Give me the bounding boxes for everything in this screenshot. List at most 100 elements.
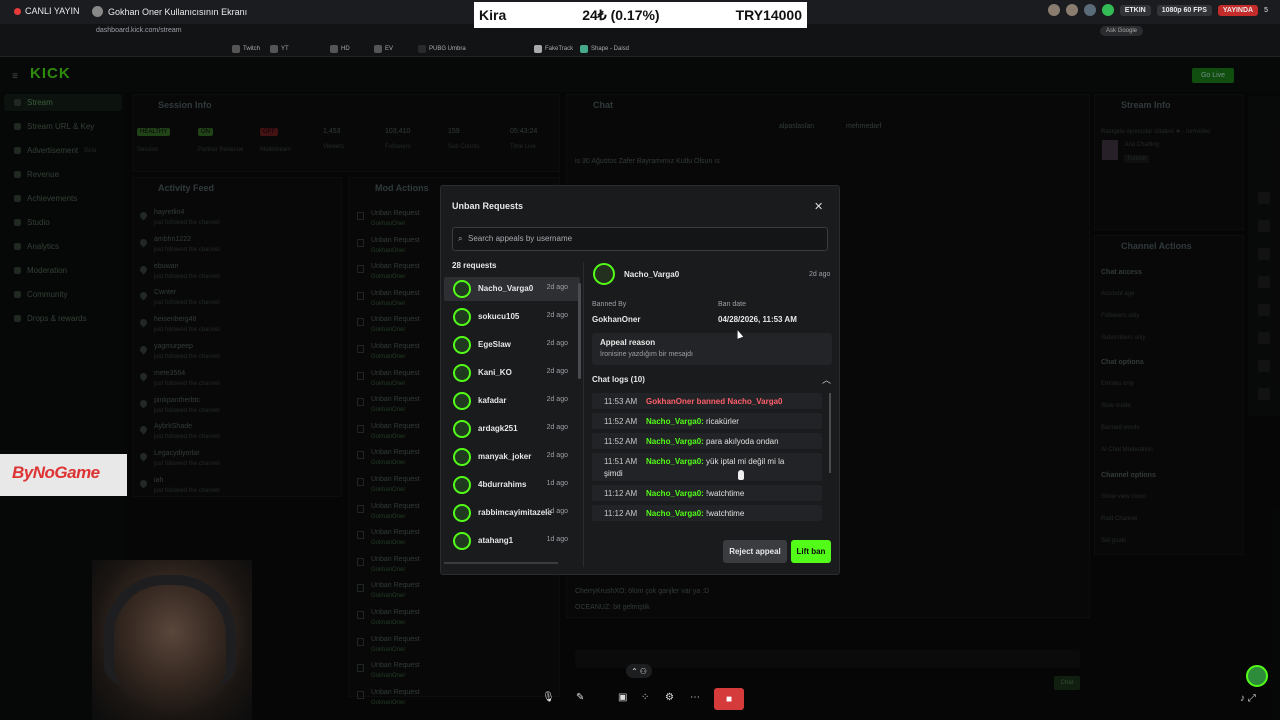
mic-chip[interactable]: ⌃ ⚇ [626, 664, 652, 678]
log-time: 11:51 AM [604, 457, 638, 466]
close-icon[interactable]: ✕ [814, 200, 823, 213]
chat-log-row: 11:52 AM Nacho_Varga0: ricakürler [592, 413, 822, 429]
bookmark-item[interactable]: Twitch [232, 45, 260, 53]
log-message: yük iptal mi değil mi la [706, 457, 785, 466]
request-count: 28 requests [452, 261, 497, 270]
log-username[interactable]: Nacho_Varga0: [646, 417, 704, 426]
stop-share-button[interactable]: ■ [714, 688, 744, 710]
request-list-item[interactable]: atahang1 1d ago [444, 529, 580, 553]
participant-avatar[interactable] [1065, 4, 1078, 16]
request-list-item[interactable]: 4bdurrahims 1d ago [444, 473, 580, 497]
folder-icon [270, 45, 278, 53]
bookmark-item[interactable]: HD [330, 45, 350, 53]
chat-log-row: 11:53 AM GokhanOner banned Nacho_Varga0 [592, 393, 822, 409]
bookmark-label: EV [385, 46, 394, 52]
bookmark-label: Shape - Daisd [591, 46, 630, 52]
url-field[interactable]: dashboard.kick.com/stream [96, 27, 182, 34]
request-list-item[interactable]: Kani_KO 2d ago [444, 361, 580, 385]
appeal-reason-text: İronisine yazdığım bir mesajdı [600, 351, 693, 358]
bookmark-item[interactable]: Shape - Daisd [580, 45, 629, 53]
request-list-item[interactable]: manyak_joker 2d ago [444, 445, 580, 469]
user-avatar [453, 476, 471, 494]
request-list-item[interactable]: EgeSlaw 2d ago [444, 333, 580, 357]
search-placeholder: Search appeals by username [468, 234, 573, 243]
bookmark-item[interactable]: EV [374, 45, 393, 53]
request-username: kafadar [478, 396, 507, 405]
viewer-count: 5 [1264, 6, 1268, 14]
lift-ban-button[interactable]: Lift ban [791, 540, 831, 563]
request-time: 2d ago [546, 396, 568, 403]
share-status: ETKIN 1080p 60 FPS YAYINDA 5 [1047, 4, 1268, 16]
apps-icon[interactable]: ⁘ [641, 692, 649, 703]
list-scrollbar[interactable] [578, 283, 581, 379]
bookmark-icon [534, 45, 542, 53]
chat-logs-title[interactable]: Chat logs (10) [592, 375, 645, 384]
divider [583, 262, 584, 567]
log-time: 11:12 AM [604, 509, 638, 518]
bookmark-label: PUBG Umbra [429, 46, 466, 52]
request-time: 1d ago [546, 536, 568, 543]
request-list-item[interactable]: kafadar 2d ago [444, 389, 580, 413]
request-time: 1d ago [546, 480, 568, 487]
folder-icon [232, 45, 240, 53]
bookmarks-bar [0, 41, 1280, 57]
reject-appeal-button[interactable]: Reject appeal [723, 540, 787, 563]
request-username: 4bdurrahims [478, 480, 527, 489]
participant-avatar[interactable] [1083, 4, 1096, 16]
bookmark-item[interactable]: FakeTrack [534, 45, 573, 53]
folder-icon [374, 45, 382, 53]
camera-off-icon[interactable]: ✎ [576, 692, 584, 703]
assistant-icon[interactable] [1246, 665, 1268, 687]
headset-shape [104, 575, 236, 685]
detail-time: 2d ago [809, 271, 831, 278]
request-time: 2d ago [546, 340, 568, 347]
log-username[interactable]: Nacho_Varga0: [646, 489, 704, 498]
microphone-icon[interactable]: 🎙 [542, 692, 555, 703]
user-avatar [453, 448, 471, 466]
share-title: Gokhan Oner Kullanıcısının Ekranı [92, 6, 247, 17]
list-horizontal-scrollbar[interactable] [444, 562, 558, 564]
chevron-up-icon[interactable]: ︿ [822, 373, 831, 386]
effects-icon[interactable]: ⚙ [665, 692, 674, 703]
user-avatar [453, 364, 471, 382]
request-time: 2d ago [546, 452, 568, 459]
chat-log-row: 11:51 AM Nacho_Varga0: yük iptal mi değil… [592, 453, 822, 481]
request-list-item[interactable]: sokucu105 2d ago [444, 305, 580, 329]
share-title-text: Gokhan Oner Kullanıcısının Ekranı [108, 6, 248, 17]
request-username: EgeSlaw [478, 340, 511, 349]
bookmark-label: Twitch [243, 46, 261, 52]
request-list-item[interactable]: Nacho_Varga0 2d ago [444, 277, 580, 301]
log-time: 11:52 AM [604, 437, 638, 446]
user-avatar [453, 420, 471, 438]
ticker-name: Kira [479, 7, 507, 23]
bynogame-logo: ByNoGame [12, 463, 100, 482]
bookmark-item[interactable]: PUBG Umbra [418, 45, 466, 53]
bookmark-item[interactable]: YT [270, 45, 289, 53]
ban-date-label: Ban date [718, 301, 747, 308]
live-dot-icon [14, 7, 21, 15]
user-avatar [453, 308, 471, 326]
request-username: atahang1 [478, 536, 514, 545]
request-time: 1d ago [546, 508, 568, 515]
logs-scrollbar[interactable] [829, 393, 831, 473]
ask-google-chip[interactable]: Ask Google [1100, 26, 1144, 36]
request-list-item[interactable]: ardagk251 2d ago [444, 417, 580, 441]
more-icon[interactable]: ⋯ [690, 692, 700, 703]
request-username: manyak_joker [478, 452, 532, 461]
chat-log-row: 11:52 AM Nacho_Varga0: para akılyoda onda… [592, 433, 822, 449]
volume-icon[interactable]: ♪ ⤢ [1240, 693, 1256, 704]
request-list-item[interactable]: rabbimcayimitazele 1d ago [444, 501, 580, 525]
log-username[interactable]: Nacho_Varga0: [646, 457, 704, 466]
log-username[interactable]: Nacho_Varga0: [646, 437, 704, 446]
log-username[interactable]: Nacho_Varga0: [646, 509, 704, 518]
log-message: !watchtime [706, 509, 745, 518]
request-username: rabbimcayimitazele [478, 508, 552, 517]
globe-icon[interactable] [1101, 4, 1114, 16]
screen-share-icon[interactable]: ▣ [618, 692, 627, 703]
quality-badge[interactable]: 1080p 60 FPS [1156, 4, 1212, 16]
detail-username[interactable]: Nacho_Varga0 [624, 270, 679, 279]
participant-avatar[interactable] [1047, 4, 1060, 16]
appeal-reason-label: Appeal reason [600, 338, 656, 347]
log-message: para akılyoda ondan [706, 437, 779, 446]
chevron-up-icon: ⌃ [631, 666, 638, 676]
